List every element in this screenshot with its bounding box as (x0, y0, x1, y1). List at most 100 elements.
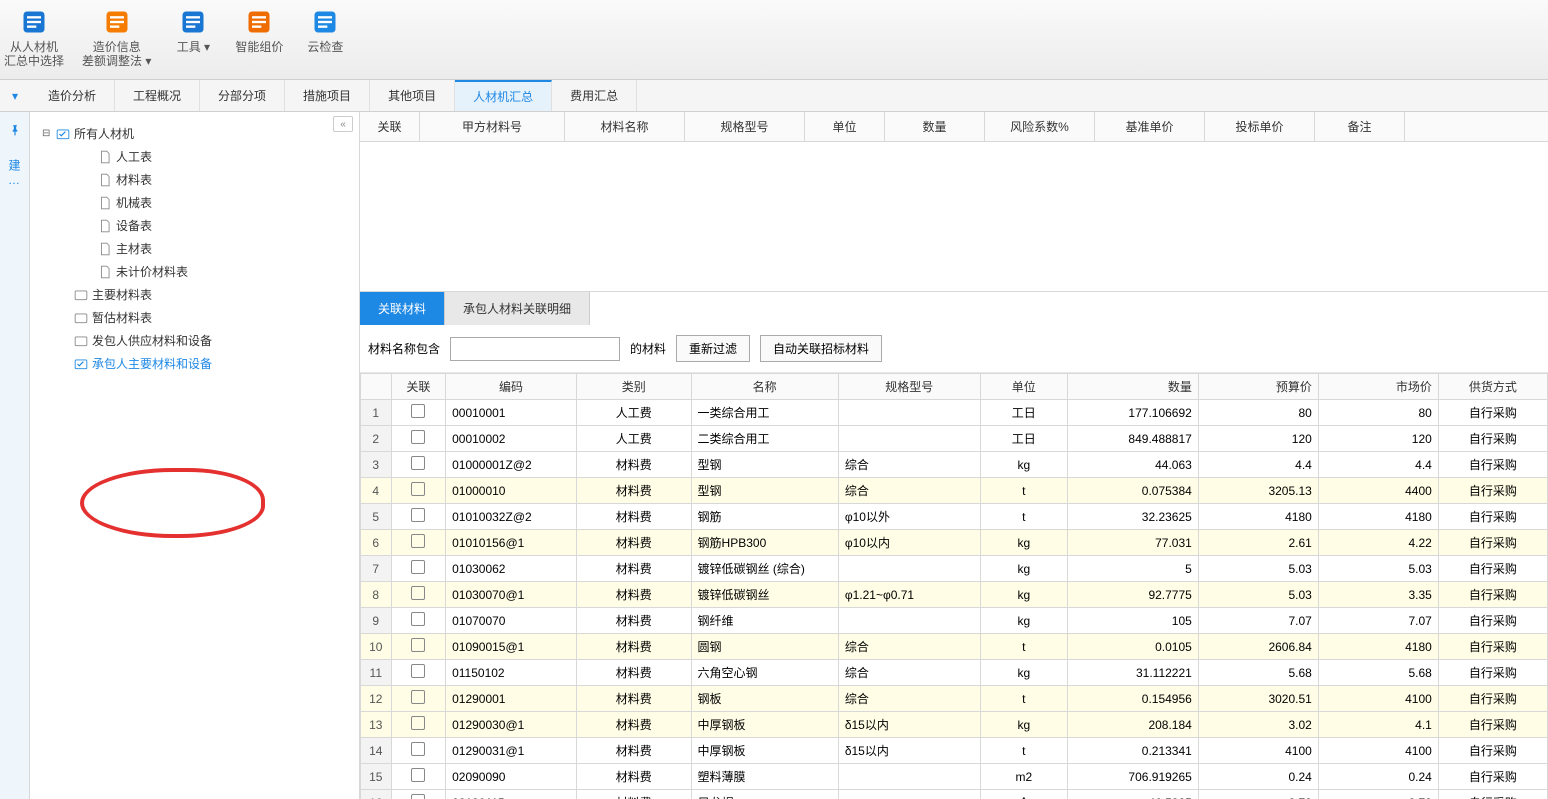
lower-header-cell[interactable]: 市场价 (1318, 374, 1438, 400)
toolbar-item[interactable]: 工具 ▾ (169, 6, 217, 54)
checkbox-icon[interactable] (411, 508, 425, 522)
left-gutter-label[interactable]: 建… (6, 159, 23, 189)
lower-header-cell[interactable]: 数量 (1067, 374, 1198, 400)
filter-input[interactable] (450, 337, 620, 361)
main-tab[interactable]: 分部分项 (200, 80, 285, 111)
checkbox-icon[interactable] (411, 404, 425, 418)
checkbox-icon[interactable] (411, 638, 425, 652)
checkbox-icon[interactable] (411, 690, 425, 704)
lower-header-cell[interactable]: 供货方式 (1438, 374, 1547, 400)
sub-tab[interactable]: 关联材料 (360, 292, 445, 325)
assoc-cell[interactable] (391, 426, 446, 452)
assoc-cell[interactable] (391, 582, 446, 608)
checkbox-icon[interactable] (411, 560, 425, 574)
assoc-cell[interactable] (391, 504, 446, 530)
lower-header-cell[interactable]: 类别 (577, 374, 692, 400)
checkbox-icon[interactable] (411, 482, 425, 496)
main-tab[interactable]: 造价分析 (30, 80, 115, 111)
checkbox-icon[interactable] (411, 742, 425, 756)
upper-header-cell[interactable]: 风险系数% (985, 112, 1095, 141)
checkbox-icon[interactable] (411, 456, 425, 470)
assoc-cell[interactable] (391, 478, 446, 504)
upper-header-cell[interactable]: 单位 (805, 112, 885, 141)
upper-header-cell[interactable]: 备注 (1315, 112, 1405, 141)
main-tab[interactable]: 其他项目 (370, 80, 455, 111)
assoc-cell[interactable] (391, 530, 446, 556)
checkbox-icon[interactable] (411, 534, 425, 548)
main-tab[interactable]: 措施项目 (285, 80, 370, 111)
toolbar-item[interactable]: 智能组价 (235, 6, 283, 54)
assoc-cell[interactable] (391, 452, 446, 478)
upper-header-cell[interactable]: 关联 (360, 112, 420, 141)
assoc-cell[interactable] (391, 738, 446, 764)
expander-icon[interactable]: ⊟ (42, 128, 52, 139)
upper-header-cell[interactable]: 规格型号 (685, 112, 805, 141)
table-row[interactable]: 10 01090015@1 材料费 圆钢 综合 t 0.0105 2606.84… (361, 634, 1548, 660)
table-row[interactable]: 1 00010001 人工费 一类综合用工 工日 177.106692 80 8… (361, 400, 1548, 426)
table-row[interactable]: 8 01030070@1 材料费 镀锌低碳钢丝 φ1.21~φ0.71 kg 9… (361, 582, 1548, 608)
table-row[interactable]: 13 01290030@1 材料费 中厚钢板 δ15以内 kg 208.184 … (361, 712, 1548, 738)
assoc-cell[interactable] (391, 634, 446, 660)
tree-item[interactable]: 设备表 (38, 214, 351, 237)
tree-item[interactable]: 主要材料表 (38, 283, 351, 306)
toolbar-item[interactable]: 造价信息 差额调整法 ▾ (82, 6, 151, 68)
main-tab[interactable]: 费用汇总 (552, 80, 637, 111)
table-row[interactable]: 12 01290001 材料费 钢板 综合 t 0.154956 3020.51… (361, 686, 1548, 712)
checkbox-icon[interactable] (411, 430, 425, 444)
checkbox-icon[interactable] (411, 664, 425, 678)
lower-header-cell[interactable]: 预算价 (1198, 374, 1318, 400)
checkbox-icon[interactable] (411, 794, 425, 799)
sub-tab[interactable]: 承包人材料关联明细 (445, 292, 590, 325)
tree-item[interactable]: 承包人主要材料和设备 (38, 352, 351, 375)
upper-header-cell[interactable]: 材料名称 (565, 112, 685, 141)
toolbar-item[interactable]: 云检查 (301, 6, 349, 54)
lower-grid[interactable]: 关联编码类别名称规格型号单位数量预算价市场价供货方式 1 00010001 人工… (360, 373, 1548, 799)
table-row[interactable]: 5 01010032Z@2 材料费 钢筋 φ10以外 t 32.23625 41… (361, 504, 1548, 530)
refilter-button[interactable]: 重新过滤 (676, 335, 750, 362)
auto-associate-button[interactable]: 自动关联招标材料 (760, 335, 882, 362)
assoc-cell[interactable] (391, 712, 446, 738)
checkbox-icon[interactable] (411, 768, 425, 782)
pin-icon[interactable] (8, 124, 22, 141)
tree-item[interactable]: 暂估材料表 (38, 306, 351, 329)
lower-header-cell[interactable]: 名称 (691, 374, 838, 400)
assoc-cell[interactable] (391, 556, 446, 582)
lower-header-cell[interactable]: 规格型号 (838, 374, 980, 400)
table-row[interactable]: 15 02090090 材料费 塑料薄膜 m2 706.919265 0.24 … (361, 764, 1548, 790)
toolbar-item[interactable]: 从人材机 汇总中选择 (4, 6, 64, 68)
tree-item[interactable]: 主材表 (38, 237, 351, 260)
assoc-cell[interactable] (391, 400, 446, 426)
table-row[interactable]: 6 01010156@1 材料费 钢筋HPB300 φ10以内 kg 77.03… (361, 530, 1548, 556)
assoc-cell[interactable] (391, 660, 446, 686)
tree-item[interactable]: 材料表 (38, 168, 351, 191)
main-tab[interactable]: 人材机汇总 (455, 80, 552, 111)
checkbox-icon[interactable] (411, 716, 425, 730)
table-row[interactable]: 7 01030062 材料费 镀锌低碳钢丝 (综合) kg 5 5.03 5.0… (361, 556, 1548, 582)
table-row[interactable]: 11 01150102 材料费 六角空心钢 综合 kg 31.112221 5.… (361, 660, 1548, 686)
main-tab[interactable]: 工程概况 (115, 80, 200, 111)
tabs-dropdown[interactable]: ▾ (0, 80, 30, 111)
assoc-cell[interactable] (391, 608, 446, 634)
table-row[interactable]: 9 01070070 材料费 钢纤维 kg 105 7.07 7.07 自行采购 (361, 608, 1548, 634)
tree-item[interactable]: 机械表 (38, 191, 351, 214)
checkbox-icon[interactable] (411, 586, 425, 600)
table-row[interactable]: 2 00010002 人工费 二类综合用工 工日 849.488817 120 … (361, 426, 1548, 452)
table-row[interactable]: 3 01000001Z@2 材料费 型钢 综合 kg 44.063 4.4 4.… (361, 452, 1548, 478)
upper-header-cell[interactable]: 基准单价 (1095, 112, 1205, 141)
table-row[interactable]: 16 02190115 材料费 尼龙帽 个 46.5325 2.78 2.78 … (361, 790, 1548, 799)
lower-header-cell[interactable]: 编码 (446, 374, 577, 400)
tree-item[interactable]: ⊟所有人材机 (38, 122, 351, 145)
assoc-cell[interactable] (391, 764, 446, 790)
assoc-cell[interactable] (391, 790, 446, 799)
table-row[interactable]: 14 01290031@1 材料费 中厚钢板 δ15以内 t 0.213341 … (361, 738, 1548, 764)
sidebar-collapse-button[interactable]: « (333, 116, 353, 132)
lower-header-cell[interactable]: 单位 (980, 374, 1067, 400)
assoc-cell[interactable] (391, 686, 446, 712)
lower-header-cell[interactable]: 关联 (391, 374, 446, 400)
tree-item[interactable]: 未计价材料表 (38, 260, 351, 283)
table-row[interactable]: 4 01000010 材料费 型钢 综合 t 0.075384 3205.13 … (361, 478, 1548, 504)
upper-header-cell[interactable]: 数量 (885, 112, 985, 141)
checkbox-icon[interactable] (411, 612, 425, 626)
tree-item[interactable]: 人工表 (38, 145, 351, 168)
tree-item[interactable]: 发包人供应材料和设备 (38, 329, 351, 352)
